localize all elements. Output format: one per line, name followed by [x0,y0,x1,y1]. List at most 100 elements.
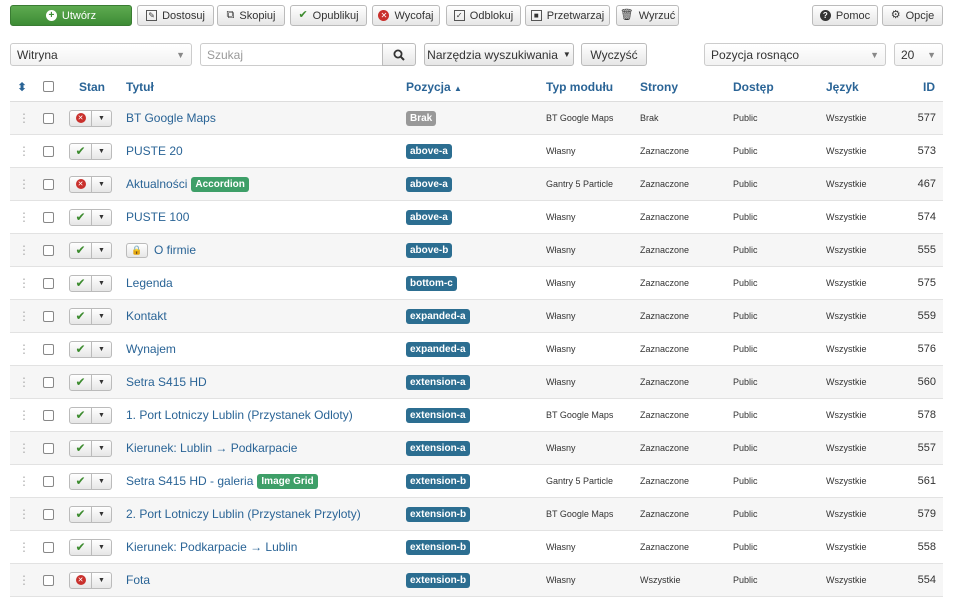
row-checkbox[interactable] [43,366,54,398]
module-title-link[interactable]: Setra S415 HD [126,375,207,389]
column-position[interactable]: Pozycja ▲ [406,80,462,94]
status-button[interactable]: ✕ [69,571,92,589]
trash-button[interactable]: 🗑 Wyrzuć [616,5,679,26]
module-title-link[interactable]: BT Google Maps [126,111,216,125]
row-checkbox[interactable] [43,300,54,332]
search-input[interactable] [200,43,382,66]
search-tools-button[interactable]: Narzędzia wyszukiwania ▼ [424,43,574,66]
module-title-link[interactable]: Fota [126,573,150,587]
module-title-link[interactable]: Kierunek: Lublin → Podkarpacie [126,441,297,455]
drag-handle-icon[interactable]: ⋮ [18,366,30,398]
drag-handle-icon[interactable]: ⋮ [18,102,30,134]
options-button[interactable]: ⚙ Opcje [882,5,943,26]
module-title-link[interactable]: O firmie [154,243,196,257]
status-toggle[interactable]: ✔ ▼ [69,366,112,398]
help-button[interactable]: ? Pomoc [812,5,878,26]
status-dropdown-caret-icon[interactable]: ▼ [92,142,112,160]
status-button[interactable]: ✔ [69,307,92,325]
column-title[interactable]: Tytuł [126,80,154,94]
row-checkbox[interactable] [43,234,54,266]
column-type[interactable]: Typ modułu [546,80,613,94]
status-dropdown-caret-icon[interactable]: ▼ [92,571,112,589]
status-dropdown-caret-icon[interactable]: ▼ [92,538,112,556]
drag-handle-icon[interactable]: ⋮ [18,234,30,266]
search-button[interactable] [382,43,416,66]
status-button[interactable]: ✔ [69,472,92,490]
drag-handle-icon[interactable]: ⋮ [18,135,30,167]
status-dropdown-caret-icon[interactable]: ▼ [92,274,112,292]
status-button[interactable]: ✕ [69,175,92,193]
status-toggle[interactable]: ✕ ▼ [69,168,112,200]
ordering-sort-icon[interactable]: ⬍ [17,80,27,94]
status-toggle[interactable]: ✔ ▼ [69,531,112,563]
checked-out-lock-button[interactable]: 🔒 [126,242,148,258]
status-dropdown-caret-icon[interactable]: ▼ [92,307,112,325]
status-button[interactable]: ✔ [69,406,92,424]
status-dropdown-caret-icon[interactable]: ▼ [92,472,112,490]
drag-handle-icon[interactable]: ⋮ [18,531,30,563]
column-pages[interactable]: Strony [640,80,678,94]
unpublish-button[interactable]: ✕ Wycofaj [372,5,440,26]
copy-button[interactable]: ⧉ Skopiuj [217,5,285,26]
status-toggle[interactable]: ✔ ▼ [69,432,112,464]
column-language[interactable]: Język [826,80,859,94]
status-dropdown-caret-icon[interactable]: ▼ [92,109,112,127]
status-button[interactable]: ✔ [69,373,92,391]
drag-handle-icon[interactable]: ⋮ [18,432,30,464]
status-dropdown-caret-icon[interactable]: ▼ [92,340,112,358]
status-toggle[interactable]: ✔ ▼ [69,201,112,233]
module-title-link[interactable]: Legenda [126,276,173,290]
row-checkbox[interactable] [43,135,54,167]
status-button[interactable]: ✔ [69,340,92,358]
status-dropdown-caret-icon[interactable]: ▼ [92,175,112,193]
status-toggle[interactable]: ✔ ▼ [69,267,112,299]
status-button[interactable]: ✔ [69,439,92,457]
row-checkbox[interactable] [43,399,54,431]
row-checkbox[interactable] [43,201,54,233]
edit-button[interactable]: ✎ Dostosuj [137,5,214,26]
status-dropdown-caret-icon[interactable]: ▼ [92,208,112,226]
checkin-button[interactable]: ✓ Odblokuj [446,5,521,26]
status-button[interactable]: ✔ [69,241,92,259]
column-status[interactable]: Stan [79,80,105,94]
module-title-link[interactable]: 2. Port Lotniczy Lublin (Przystanek Przy… [126,507,361,521]
module-title-link[interactable]: 1. Port Lotniczy Lublin (Przystanek Odlo… [126,408,353,422]
drag-handle-icon[interactable]: ⋮ [18,333,30,365]
row-checkbox[interactable] [43,102,54,134]
status-toggle[interactable]: ✕ ▼ [69,102,112,134]
status-button[interactable]: ✔ [69,274,92,292]
status-toggle[interactable]: ✔ ▼ [69,333,112,365]
module-title-link[interactable]: Kontakt [126,309,167,323]
status-dropdown-caret-icon[interactable]: ▼ [92,505,112,523]
status-button[interactable]: ✔ [69,505,92,523]
drag-handle-icon[interactable]: ⋮ [18,465,30,497]
status-toggle[interactable]: ✔ ▼ [69,300,112,332]
status-toggle[interactable]: ✔ ▼ [69,465,112,497]
clear-button[interactable]: Wyczyść [581,43,647,66]
status-button[interactable]: ✕ [69,109,92,127]
status-button[interactable]: ✔ [69,208,92,226]
row-checkbox[interactable] [43,465,54,497]
row-checkbox[interactable] [43,531,54,563]
row-checkbox[interactable] [43,168,54,200]
row-checkbox[interactable] [43,498,54,530]
drag-handle-icon[interactable]: ⋮ [18,201,30,233]
module-title-link[interactable]: PUSTE 100 [126,210,189,224]
row-checkbox[interactable] [43,564,54,596]
status-dropdown-caret-icon[interactable]: ▼ [92,439,112,457]
status-dropdown-caret-icon[interactable]: ▼ [92,406,112,424]
row-checkbox[interactable] [43,267,54,299]
drag-handle-icon[interactable]: ⋮ [18,168,30,200]
drag-handle-icon[interactable]: ⋮ [18,564,30,596]
row-checkbox[interactable] [43,432,54,464]
module-title-link[interactable]: Kierunek: Podkarpacie → Lublin [126,540,297,554]
status-button[interactable]: ✔ [69,538,92,556]
status-toggle[interactable]: ✔ ▼ [69,234,112,266]
status-dropdown-caret-icon[interactable]: ▼ [92,373,112,391]
status-toggle[interactable]: ✔ ▼ [69,498,112,530]
publish-button[interactable]: ✔ Opublikuj [290,5,367,26]
status-dropdown-caret-icon[interactable]: ▼ [92,241,112,259]
select-all-checkbox[interactable] [43,81,54,95]
module-title-link[interactable]: PUSTE 20 [126,144,183,158]
drag-handle-icon[interactable]: ⋮ [18,267,30,299]
